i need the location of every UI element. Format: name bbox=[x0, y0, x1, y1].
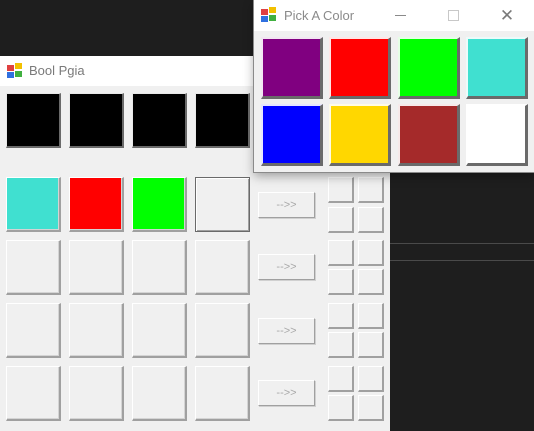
background-divider bbox=[390, 260, 534, 261]
color-swatch-blue[interactable] bbox=[261, 104, 323, 166]
secret-cell bbox=[69, 93, 124, 148]
color-swatch-turquoise[interactable] bbox=[466, 37, 528, 99]
color-swatch-red[interactable] bbox=[329, 37, 391, 99]
guess-cell[interactable] bbox=[132, 303, 187, 358]
color-swatch-purple[interactable] bbox=[261, 37, 323, 99]
minimize-button[interactable] bbox=[378, 0, 424, 31]
feedback-peg bbox=[328, 207, 354, 233]
feedback-peg bbox=[358, 269, 384, 295]
guess-cell[interactable] bbox=[6, 240, 61, 295]
guess-cell[interactable] bbox=[195, 177, 250, 232]
color-picker-window: Pick A Color ✕ bbox=[254, 0, 534, 172]
maximize-button bbox=[430, 0, 476, 31]
close-icon: ✕ bbox=[499, 6, 515, 25]
feedback-peg bbox=[358, 332, 384, 358]
picker-window-title: Pick A Color bbox=[284, 8, 355, 23]
feedback-peg bbox=[328, 240, 354, 266]
secret-cell bbox=[132, 93, 187, 148]
guess-cell[interactable] bbox=[132, 177, 187, 232]
feedback-peg bbox=[328, 177, 354, 203]
app-icon bbox=[261, 7, 277, 23]
submit-guess-button[interactable]: -->> bbox=[258, 318, 315, 344]
color-swatch-brown[interactable] bbox=[398, 104, 460, 166]
guess-cell[interactable] bbox=[6, 366, 61, 421]
feedback-peg bbox=[358, 395, 384, 421]
maximize-icon bbox=[448, 10, 459, 21]
guess-cell[interactable] bbox=[69, 177, 124, 232]
feedback-peg bbox=[328, 269, 354, 295]
feedback-peg bbox=[358, 207, 384, 233]
guess-cell[interactable] bbox=[132, 240, 187, 295]
guess-cell[interactable] bbox=[6, 177, 61, 232]
guess-cell[interactable] bbox=[195, 303, 250, 358]
app-icon bbox=[7, 63, 23, 79]
feedback-peg bbox=[358, 303, 384, 329]
feedback-peg bbox=[328, 303, 354, 329]
feedback-peg bbox=[358, 177, 384, 203]
feedback-peg bbox=[328, 395, 354, 421]
game-window-title: Bool Pgia bbox=[29, 63, 85, 78]
background-divider bbox=[390, 243, 534, 244]
guess-cell[interactable] bbox=[69, 366, 124, 421]
guess-cell[interactable] bbox=[6, 303, 61, 358]
guess-cell[interactable] bbox=[69, 303, 124, 358]
close-button[interactable]: ✕ bbox=[484, 0, 530, 31]
feedback-peg bbox=[358, 240, 384, 266]
guess-cell[interactable] bbox=[195, 366, 250, 421]
color-swatch-white[interactable] bbox=[466, 104, 528, 166]
minimize-icon bbox=[395, 15, 406, 16]
color-swatch-lime[interactable] bbox=[398, 37, 460, 99]
feedback-peg bbox=[328, 366, 354, 392]
color-swatch-gold[interactable] bbox=[329, 104, 391, 166]
guess-cell[interactable] bbox=[132, 366, 187, 421]
submit-guess-button[interactable]: -->> bbox=[258, 254, 315, 280]
submit-guess-button[interactable]: -->> bbox=[258, 380, 315, 406]
guess-cell[interactable] bbox=[195, 240, 250, 295]
submit-guess-button[interactable]: -->> bbox=[258, 192, 315, 218]
feedback-peg bbox=[358, 366, 384, 392]
guess-cell[interactable] bbox=[69, 240, 124, 295]
picker-titlebar[interactable]: Pick A Color ✕ bbox=[254, 0, 534, 31]
feedback-peg bbox=[328, 332, 354, 358]
secret-cell bbox=[195, 93, 250, 148]
secret-cell bbox=[6, 93, 61, 148]
